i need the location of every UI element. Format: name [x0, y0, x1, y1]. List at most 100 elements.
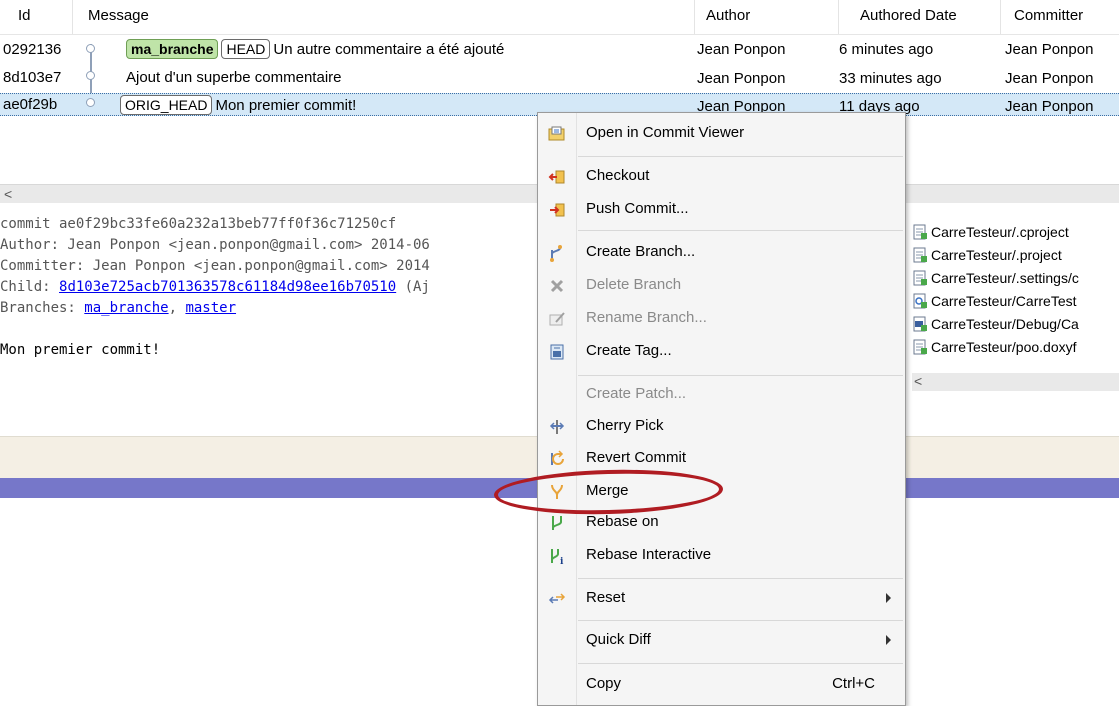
menu-label: Delete Branch	[586, 276, 682, 293]
file-item[interactable]: CarreTesteur/.settings/c	[912, 266, 1119, 289]
column-header-authored-date[interactable]: Authored Date	[860, 7, 957, 24]
menu-label: Rebase Interactive	[586, 546, 712, 563]
commit-id: 0292136	[3, 41, 62, 58]
file-item[interactable]: CarreTesteur/CarreTest	[912, 289, 1119, 312]
cpp-file-icon	[913, 293, 927, 308]
file-icon	[913, 224, 927, 239]
menu-item-rebase-interactive[interactable]: i Rebase Interactive	[538, 540, 905, 571]
file-name: CarreTesteur/CarreTest	[931, 292, 1077, 309]
history-table-header: Id Message Author Authored Date Committe…	[0, 0, 1119, 35]
rename-icon	[549, 312, 565, 326]
branch-link-master[interactable]: master	[185, 300, 236, 316]
menu-item-delete-branch[interactable]: Delete Branch	[538, 270, 905, 301]
orig-head-ref-badge: ORIG_HEAD	[120, 95, 213, 115]
push-commit-icon	[550, 203, 565, 217]
menu-item-cherry-pick[interactable]: Cherry Pick	[538, 411, 905, 442]
menu-label: Push Commit...	[586, 200, 689, 217]
menu-shortcut: Ctrl+C	[832, 675, 875, 692]
menu-item-checkout[interactable]: Checkout	[538, 161, 905, 192]
commit-message: Un autre commentaire a été ajouté	[273, 41, 505, 58]
commit-date: 33 minutes ago	[839, 70, 942, 87]
menu-separator	[578, 230, 903, 231]
file-item[interactable]: CarreTesteur/Debug/Ca	[912, 312, 1119, 335]
details-author-line: Author: Jean Ponpon <jean.ponpon@gmail.c…	[0, 237, 430, 253]
details-commit-line: commit ae0f29bc33fe60a232a13beb77ff0f36c…	[0, 216, 397, 232]
menu-label: Quick Diff	[586, 631, 651, 648]
reset-icon	[548, 593, 566, 604]
column-divider[interactable]	[1000, 0, 1001, 34]
menu-label: Reset	[586, 589, 626, 606]
commit-date: 6 minutes ago	[839, 41, 934, 58]
file-name: CarreTesteur/.cproject	[931, 223, 1069, 240]
svg-text:i: i	[560, 557, 564, 565]
details-child-line: Child: 8d103e725acb701363578c61184d98ee1…	[0, 277, 520, 298]
commit-viewer-icon	[548, 126, 565, 141]
commit-message-cell: ma_branche HEAD Un autre commentaire a été…	[126, 39, 504, 59]
branch-ref-badge: ma_branche	[126, 39, 219, 59]
column-header-id[interactable]: Id	[18, 7, 31, 24]
menu-label: Cherry Pick	[586, 417, 664, 434]
child-commit-link[interactable]: 8d103e725acb701363578c61184d98ee16b70510	[59, 279, 396, 295]
scroll-left-arrow-icon[interactable]: <	[914, 373, 922, 389]
commit-committer: Jean Ponpon	[1005, 98, 1094, 115]
commit-row[interactable]: 0292136 ma_branche HEAD Un autre commentai…	[0, 38, 1119, 61]
commit-row[interactable]: 8d103e7 Ajout d'un superbe commentaire J…	[0, 66, 1119, 89]
column-divider[interactable]	[694, 0, 695, 34]
commit-id: ae0f29b	[3, 96, 58, 113]
menu-separator	[578, 620, 903, 621]
menu-item-copy[interactable]: Copy Ctrl+C	[538, 669, 905, 700]
menu-label: Create Tag...	[586, 342, 672, 359]
details-commit-message: Mon premier commit!	[0, 342, 161, 358]
menu-label: Rename Branch...	[586, 309, 707, 326]
commit-committer: Jean Ponpon	[1005, 41, 1094, 58]
details-committer-line: Committer: Jean Ponpon <jean.ponpon@gmai…	[0, 258, 430, 274]
files-horizontal-scrollbar[interactable]: <	[912, 373, 1119, 391]
revert-icon	[551, 450, 564, 465]
branches-label: Branches:	[0, 300, 85, 316]
column-header-message[interactable]: Message	[88, 7, 149, 24]
file-name: CarreTesteur/.project	[931, 246, 1062, 263]
tag-icon	[550, 344, 564, 360]
file-item[interactable]: CarreTesteur/poo.doxyf	[912, 335, 1119, 358]
menu-separator	[578, 578, 903, 579]
menu-label: Copy	[586, 675, 622, 692]
column-header-author[interactable]: Author	[706, 7, 750, 24]
menu-label: Revert Commit	[586, 449, 687, 466]
binary-file-icon	[913, 316, 927, 331]
menu-item-quick-diff[interactable]: Quick Diff	[538, 625, 905, 656]
commit-node	[86, 98, 95, 107]
commit-author: Jean Ponpon	[697, 70, 786, 87]
submenu-arrow-icon	[886, 635, 891, 645]
file-icon	[913, 247, 927, 262]
menu-separator	[578, 156, 903, 157]
menu-item-create-patch[interactable]: Create Patch...	[538, 379, 905, 410]
branch-link-ma-branche[interactable]: ma_branche	[84, 300, 168, 316]
file-item[interactable]: CarreTesteur/.project	[912, 243, 1119, 266]
menu-item-push-commit[interactable]: Push Commit...	[538, 194, 905, 225]
menu-item-revert-commit[interactable]: Revert Commit	[538, 443, 905, 474]
delete-icon	[550, 279, 564, 293]
context-menu: Open in Commit Viewer Checkout Push Comm…	[537, 112, 906, 706]
changed-files-list: CarreTesteur/.cproject CarreTesteur/.pro…	[912, 220, 1119, 358]
column-divider[interactable]	[838, 0, 839, 34]
file-item[interactable]: CarreTesteur/.cproject	[912, 220, 1119, 243]
column-header-committer[interactable]: Committer	[1014, 7, 1083, 24]
menu-item-reset[interactable]: Reset	[538, 583, 905, 614]
menu-separator	[578, 663, 903, 664]
scroll-left-arrow-icon[interactable]: <	[4, 186, 12, 202]
file-icon	[913, 339, 927, 354]
menu-item-rename-branch[interactable]: Rename Branch...	[538, 303, 905, 334]
commit-message-cell: ORIG_HEAD Mon premier commit!	[120, 95, 356, 115]
rebase-icon	[552, 516, 562, 530]
menu-item-open-commit-viewer[interactable]: Open in Commit Viewer	[538, 118, 905, 149]
menu-item-create-branch[interactable]: Create Branch...	[538, 237, 905, 268]
commit-message: Mon premier commit!	[215, 97, 357, 114]
column-divider[interactable]	[72, 0, 73, 34]
head-ref-badge: HEAD	[221, 39, 271, 59]
cherry-pick-icon	[549, 420, 565, 434]
commit-id: 8d103e7	[3, 69, 62, 86]
menu-item-create-tag[interactable]: Create Tag...	[538, 336, 905, 367]
commit-node	[86, 44, 95, 53]
file-icon	[913, 270, 927, 285]
file-name: CarreTesteur/.settings/c	[931, 269, 1079, 286]
